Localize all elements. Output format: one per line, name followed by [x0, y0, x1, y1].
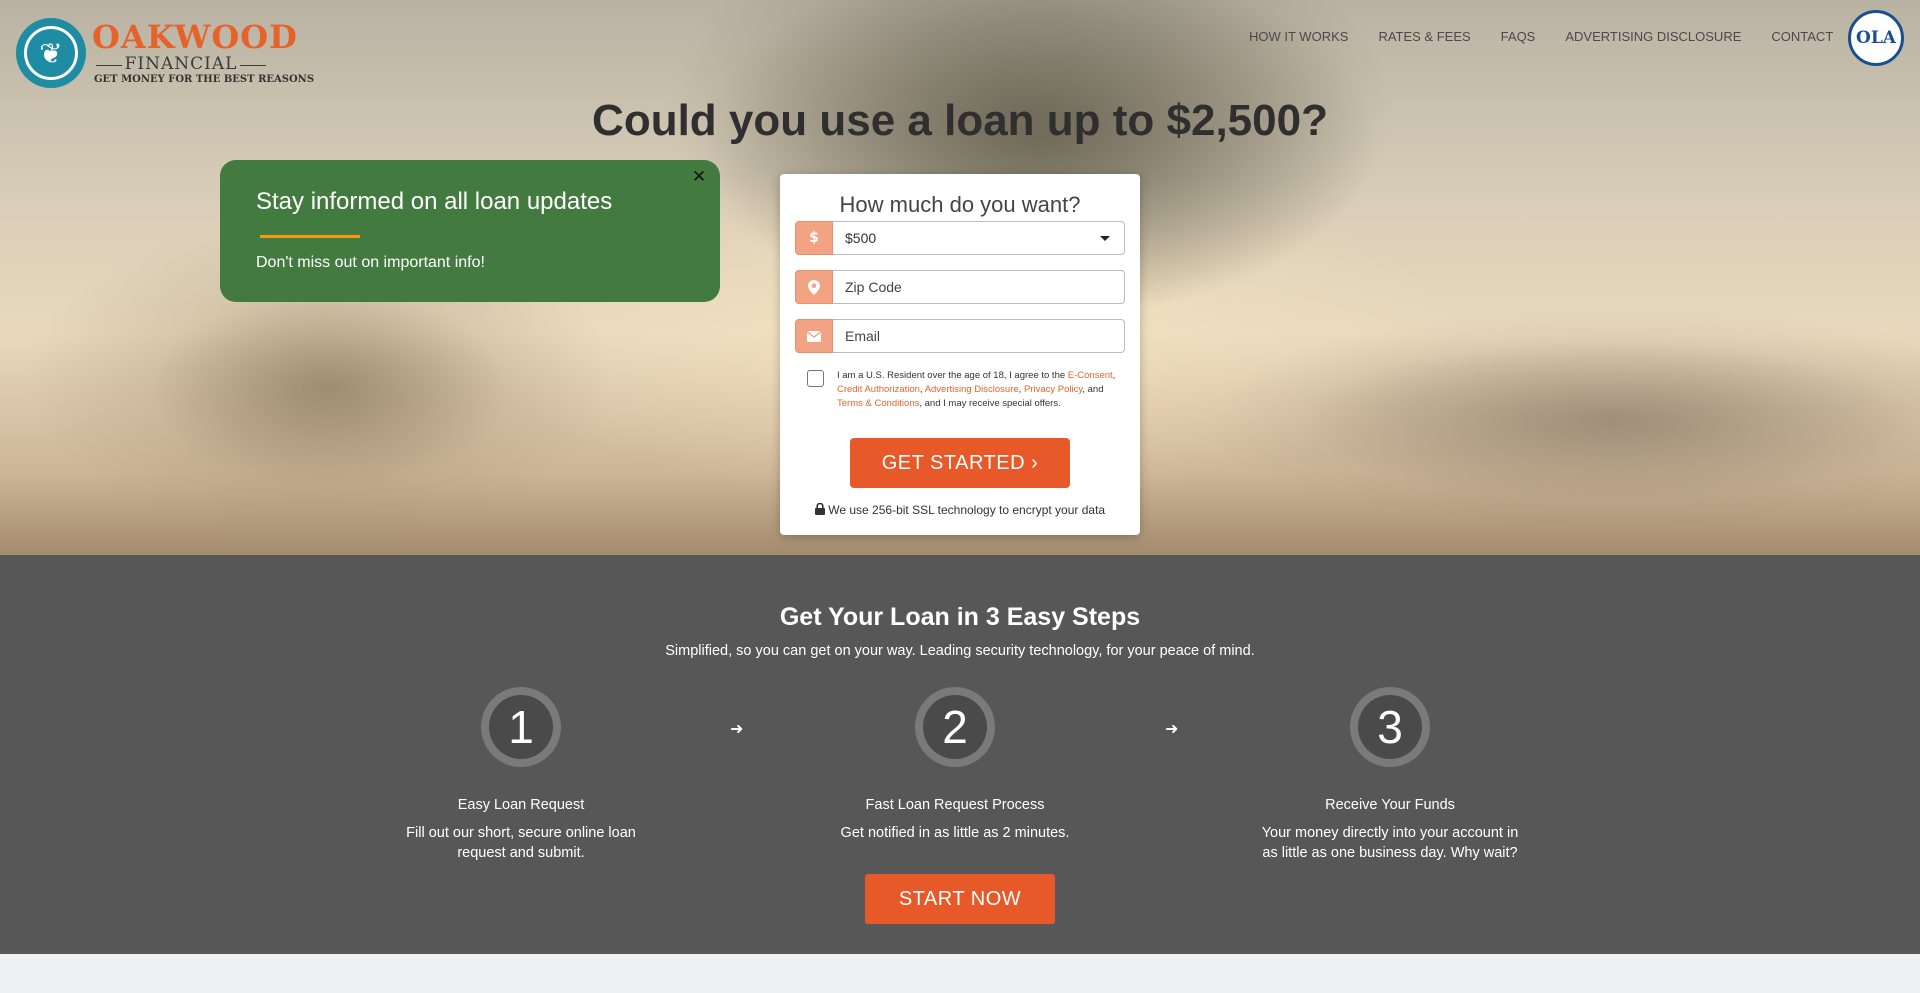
step-2: 2 Fast Loan Request Process Get notified… [825, 687, 1085, 843]
hero-title: Could you use a loan up to $2,500? [592, 96, 1328, 145]
steps-subtitle: Simplified, so you can get on your way. … [665, 643, 1255, 659]
step-number-circle: 1 [481, 687, 561, 767]
step-1: 1 Easy Loan Request Fill out our short, … [391, 687, 651, 863]
updates-popup: Stay informed on all loan updates Don't … [220, 160, 720, 302]
envelope-icon [795, 319, 833, 353]
secure-note: We use 256-bit SSL technology to encrypt… [780, 502, 1140, 517]
popup-title: Stay informed on all loan updates [256, 188, 613, 215]
amount-select[interactable]: $ $500 [795, 221, 1125, 255]
step-number: 1 [489, 695, 553, 759]
steps-title: Get Your Loan in 3 Easy Steps [779, 603, 1141, 631]
background-tree [150, 290, 510, 490]
map-pin-icon [795, 270, 833, 304]
privacy-policy-link[interactable]: Privacy Policy [1024, 384, 1082, 395]
step-number-circle: 3 [1350, 687, 1430, 767]
step-desc: Get notified in as little as 2 minutes. [840, 825, 1070, 841]
consent-text-part: , and I may receive special offers. [919, 398, 1061, 410]
consent-text-part: I am a U.S. Resident over the age of 18,… [837, 370, 1068, 381]
step-title: Receive Your Funds [1325, 797, 1455, 813]
footer-strip [0, 954, 1920, 993]
close-icon[interactable]: ✕ [688, 166, 710, 188]
lock-icon [814, 502, 828, 517]
ola-badge[interactable]: OLA [1848, 10, 1904, 66]
steps-section: Get Your Loan in 3 Easy Steps Simplified… [0, 555, 1920, 954]
dollar-icon: $ [795, 221, 833, 255]
consent-checkbox[interactable] [807, 370, 824, 387]
oak-leaf-icon: ❦ [16, 18, 86, 88]
secure-text: We use 256-bit SSL technology to encrypt… [828, 503, 1106, 517]
nav-rates-fees[interactable]: RATES & FEES [1378, 29, 1470, 44]
zip-input[interactable] [845, 279, 1124, 295]
terms-conditions-link[interactable]: Terms & Conditions [837, 398, 919, 409]
nav-faqs[interactable]: FAQS [1501, 29, 1536, 44]
caret-down-icon [1100, 236, 1110, 241]
form-title: How much do you want? [839, 192, 1081, 217]
brand-logo[interactable]: ❦ OAKWOOD FINANCIAL GET MONEY FOR THE BE… [16, 18, 314, 90]
step-title: Fast Loan Request Process [865, 797, 1045, 813]
step-number: 3 [1358, 695, 1422, 759]
brand-tagline: GET MONEY FOR THE BEST REASONS [94, 74, 315, 85]
consent-text-part: , [1112, 370, 1116, 381]
amount-value: $500 [845, 230, 877, 246]
credit-authorization-link[interactable]: Credit Authorization [837, 384, 920, 395]
step-desc: Your money directly into your account in… [1261, 825, 1519, 861]
nav-how-it-works[interactable]: HOW IT WORKS [1249, 29, 1348, 44]
brand-sub: FINANCIAL [96, 54, 266, 74]
email-input[interactable] [845, 328, 1124, 344]
arrow-right-icon: ➜ [1165, 719, 1179, 738]
e-consent-link[interactable]: E-Consent [1068, 370, 1113, 381]
nav-contact[interactable]: CONTACT [1771, 29, 1833, 44]
get-started-button[interactable]: GET STARTED › [850, 438, 1070, 488]
step-desc: Fill out our short, secure online loan r… [406, 825, 636, 861]
step-number: 2 [923, 695, 987, 759]
email-field[interactable] [795, 319, 1125, 353]
step-number-circle: 2 [915, 687, 995, 767]
zip-field[interactable] [795, 270, 1125, 304]
main-nav: HOW IT WORKS RATES & FEES FAQS ADVERTISI… [1249, 29, 1863, 44]
arrow-right-icon: ➜ [730, 719, 744, 738]
step-3: 3 Receive Your Funds Your money directly… [1260, 687, 1520, 863]
brand-name: OAKWOOD [92, 18, 298, 56]
nav-advertising-disclosure[interactable]: ADVERTISING DISCLOSURE [1565, 29, 1741, 44]
consent-text: I am a U.S. Resident over the age of 18,… [837, 369, 1119, 412]
background-tree [1300, 340, 1920, 500]
step-title: Easy Loan Request [457, 797, 585, 813]
start-now-button[interactable]: START NOW [865, 874, 1055, 924]
popup-text: Don't miss out on important info! [256, 254, 485, 271]
consent-text-part: , and [1082, 384, 1104, 396]
advertising-disclosure-link[interactable]: Advertising Disclosure [925, 384, 1019, 395]
popup-divider [260, 235, 360, 238]
hero-section: ❦ OAKWOOD FINANCIAL GET MONEY FOR THE BE… [0, 0, 1920, 555]
loan-form-card: How much do you want? $ $500 I am a U.S.… [780, 174, 1140, 535]
